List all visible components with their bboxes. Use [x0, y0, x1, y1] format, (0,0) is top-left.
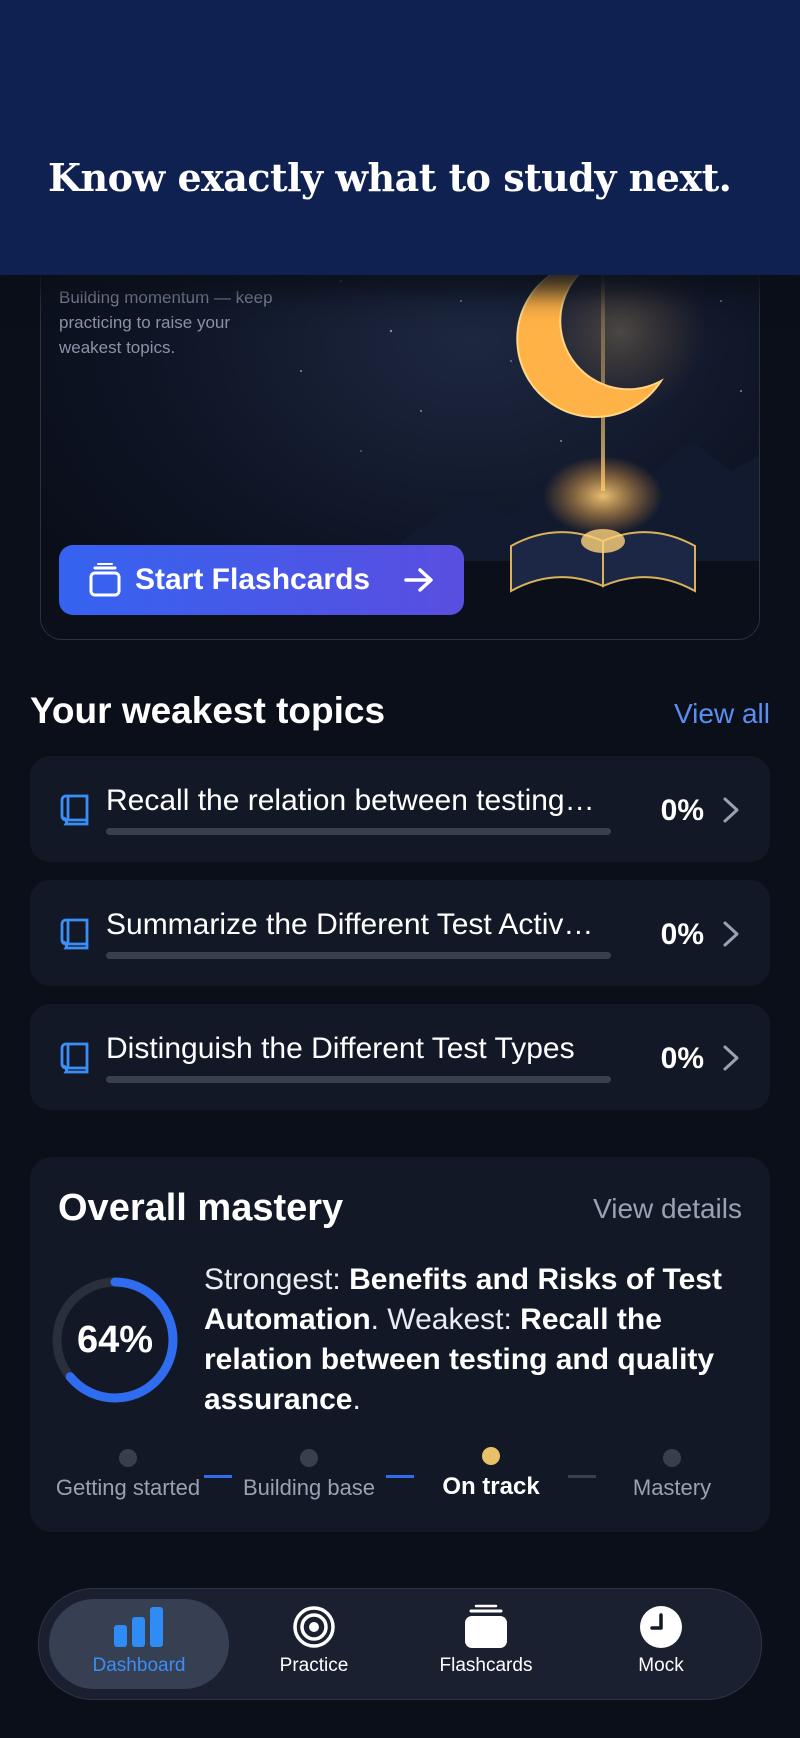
hero-card: Building momentum — keep practicing to r…: [40, 240, 760, 640]
mastery-title: Overall mastery: [58, 1187, 344, 1229]
weakest-topics-title: Your weakest topics: [30, 690, 386, 731]
weak-topic-row[interactable]: Distinguish the Different Test Types 0%: [30, 1004, 770, 1110]
stage-getting-started: Getting started: [48, 1449, 208, 1501]
tab-label: Practice: [279, 1655, 349, 1676]
stage-on-track: On track: [410, 1447, 572, 1501]
start-flashcards-label: Start Flashcards: [135, 563, 371, 596]
page-title: Know exactly what to study next.: [48, 155, 732, 200]
topic-progress-bar: [106, 952, 611, 959]
topic-progress-bar: [106, 1076, 611, 1083]
topic-progress-bar: [106, 828, 611, 835]
topic-percent: 0%: [660, 794, 704, 827]
weak-topic-row[interactable]: Summarize the Different Test Activ… 0%: [30, 880, 770, 986]
chevron-right-icon: [723, 1045, 739, 1071]
arrow-right-icon: [404, 568, 433, 592]
tab-label: Flashcards: [439, 1655, 533, 1676]
book-icon: [60, 794, 89, 826]
tab-flashcards[interactable]: Flashcards: [396, 1599, 576, 1689]
stage-mastery: Mastery: [592, 1449, 752, 1501]
cards-icon: [465, 1604, 507, 1648]
book-icon: [60, 1042, 89, 1074]
tab-practice[interactable]: Practice: [224, 1599, 404, 1689]
tab-label: Mock: [638, 1655, 684, 1676]
target-icon: [293, 1606, 335, 1648]
tab-label: Dashboard: [92, 1655, 186, 1676]
tab-dashboard[interactable]: Dashboard: [49, 1599, 229, 1689]
page-header: Know exactly what to study next.: [0, 0, 800, 275]
bar-chart-icon: [114, 1607, 163, 1647]
mastery-percent: 64%: [76, 1318, 154, 1361]
mastery-summary: Strongest: Benefits and Risks of Test Au…: [204, 1263, 722, 1416]
clock-icon: [640, 1606, 682, 1648]
bottom-tab-bar: Dashboard Practice Flashcards Mock: [38, 1588, 762, 1700]
chevron-right-icon: [723, 797, 739, 823]
chevron-right-icon: [723, 921, 739, 947]
topic-title: Recall the relation between testing…: [106, 784, 595, 817]
weak-topic-row[interactable]: Recall the relation between testing… 0%: [30, 756, 770, 862]
topic-percent: 0%: [660, 918, 704, 951]
view-all-link[interactable]: View all: [674, 698, 770, 730]
tab-mock[interactable]: Mock: [571, 1599, 751, 1689]
book-icon: [60, 918, 89, 950]
start-flashcards-button[interactable]: Start Flashcards: [59, 545, 464, 615]
hero-status-text: Building momentum — keep practicing to r…: [59, 288, 273, 357]
view-details-link[interactable]: View details: [593, 1193, 742, 1225]
topic-title: Distinguish the Different Test Types: [106, 1032, 575, 1065]
topic-title: Summarize the Different Test Activ…: [106, 908, 594, 941]
stage-building-base: Building base: [228, 1449, 390, 1501]
cards-icon: [89, 563, 121, 597]
topic-percent: 0%: [660, 1042, 704, 1075]
